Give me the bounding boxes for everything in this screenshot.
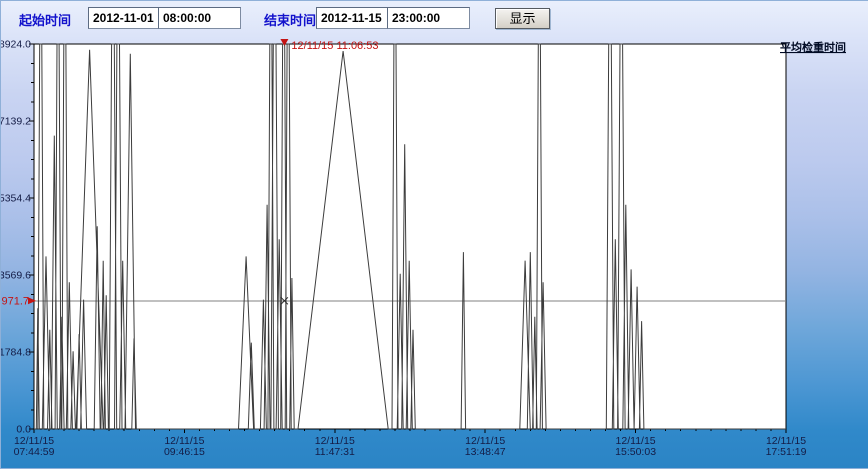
svg-text:15:50:03: 15:50:03 (615, 446, 656, 458)
cursor-time-label: 12/11/15 11:06:53 (291, 40, 378, 52)
end-clock-input[interactable] (387, 7, 470, 29)
end-date-input[interactable] (316, 7, 388, 29)
end-time-label: 结束时间 (264, 10, 316, 29)
svg-text:11:47:31: 11:47:31 (315, 446, 355, 458)
svg-text:13:48:47: 13:48:47 (465, 446, 506, 458)
svg-text:17:51:19: 17:51:19 (766, 446, 807, 458)
legend-label: 平均检重时间 (780, 40, 846, 54)
svg-text:7139.2: 7139.2 (1, 116, 31, 128)
start-time-label: 起始时间 (19, 10, 71, 29)
svg-text:0.0: 0.0 (16, 424, 31, 436)
svg-text:1784.8: 1784.8 (1, 347, 31, 359)
y-axis (29, 44, 34, 429)
svg-text:8924.0: 8924.0 (1, 39, 31, 51)
y-axis-labels: 0.0 1784.8 3569.6 5354.4 7139.2 8924.0 (1, 39, 31, 436)
show-button[interactable]: 显示 (495, 8, 550, 29)
trend-viewer-window: 起始时间 结束时间 显示 0.0 1784.8 3569.6 5354.4 7139.2… (0, 0, 868, 469)
average-value-label: 2971.7 (1, 295, 36, 307)
x-axis (34, 429, 786, 433)
svg-text:09:46:15: 09:46:15 (164, 446, 205, 458)
svg-text:07:44:59: 07:44:59 (14, 446, 55, 458)
x-axis-labels: 12/11/1507:44:5912/11/1509:46:1512/11/15… (14, 435, 807, 458)
chart-canvas: 0.0 1784.8 3569.6 5354.4 7139.2 8924.0 12/11/1… (1, 36, 868, 468)
svg-text:2971.7: 2971.7 (1, 295, 29, 307)
svg-text:3569.6: 3569.6 (1, 270, 31, 282)
trend-chart: 0.0 1784.8 3569.6 5354.4 7139.2 8924.0 12/11/1… (1, 36, 868, 468)
plot-area[interactable] (34, 44, 786, 429)
start-clock-input[interactable] (158, 7, 241, 29)
svg-text:5354.4: 5354.4 (1, 193, 31, 205)
start-date-input[interactable] (88, 7, 159, 29)
